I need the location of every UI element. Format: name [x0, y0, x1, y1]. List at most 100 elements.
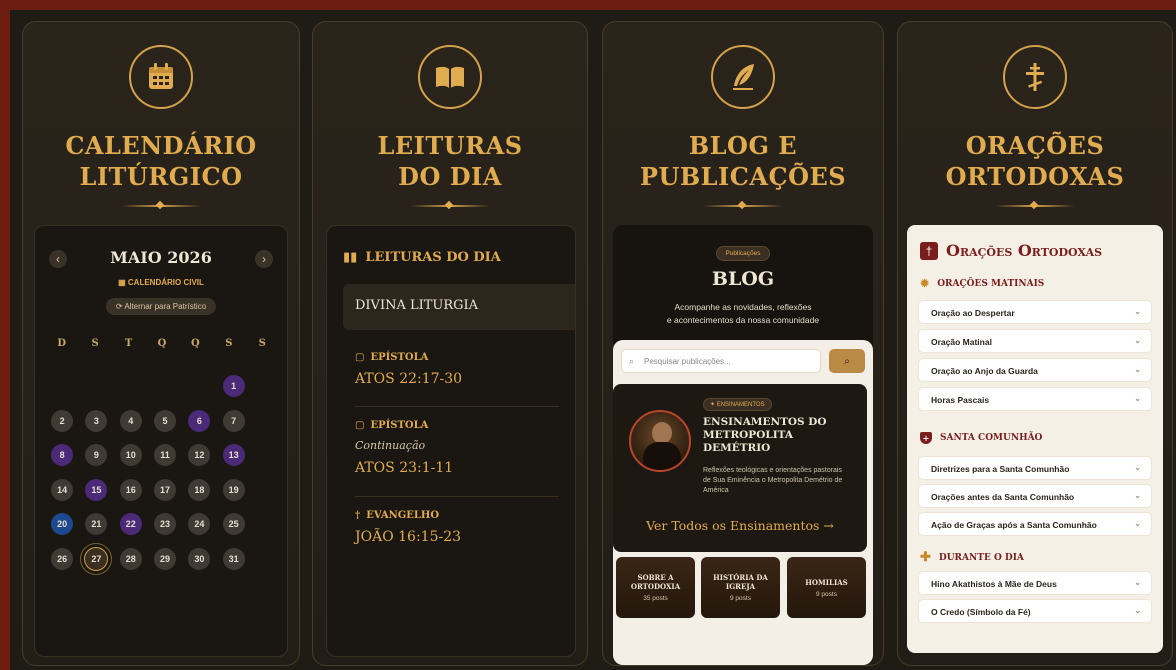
- day-cell[interactable]: 9: [79, 438, 113, 473]
- day-number: 16: [119, 478, 142, 501]
- day-cell[interactable]: 12: [182, 438, 216, 473]
- prayer-item[interactable]: Oração Matinal ⌄: [918, 329, 1152, 353]
- ornament-divider: [703, 205, 783, 207]
- day-cell[interactable]: 16: [114, 473, 148, 508]
- blog-description-line: e acontecimentos da nossa comunidade: [666, 315, 820, 325]
- see-all-teachings-link[interactable]: Ver Todos os Ensinamentos →: [613, 518, 867, 533]
- day-cell[interactable]: 31: [216, 542, 250, 577]
- day-cell[interactable]: 21: [79, 507, 113, 542]
- weekday-label: S: [91, 338, 99, 349]
- prayer-item[interactable]: Diretrizes para a Santa Comunhão ⌄: [918, 456, 1152, 480]
- blog-description: Acompanhe as novidades, reflexões e acon…: [613, 301, 873, 327]
- section-header: + SANTA COMUNHÃO: [920, 432, 1042, 444]
- shield-cross-icon: +: [920, 432, 932, 444]
- calendar-mode-label: ▦ CALENDÁRIO CIVIL: [35, 278, 287, 287]
- cross-book-icon: †: [920, 241, 938, 260]
- day-cell[interactable]: 24: [182, 507, 216, 542]
- day-number: 5: [154, 409, 177, 432]
- category-card[interactable]: HOMILIAS 9 posts: [787, 557, 866, 618]
- day-cell[interactable]: 28: [114, 542, 148, 577]
- day-cell[interactable]: 22: [114, 507, 148, 542]
- section-label: DURANTE O DIA: [938, 552, 1024, 563]
- heading-line: LITÚRGICO: [79, 162, 243, 191]
- search-input[interactable]: Pesquisar publicações...: [621, 349, 821, 373]
- day-number: 24: [188, 513, 211, 536]
- prayer-label: Hino Akathistos à Mãe de Deus: [931, 579, 1057, 589]
- day-cell[interactable]: 20: [45, 507, 79, 542]
- prayer-item[interactable]: Oração ao Anjo da Guarda ⌄: [918, 358, 1152, 382]
- prayer-item[interactable]: O Credo (Símbolo da Fé) ⌄: [918, 599, 1152, 623]
- day-cell[interactable]: 1: [216, 369, 250, 404]
- day-blank: [45, 369, 79, 404]
- chevron-down-icon: ⌄: [1134, 606, 1141, 615]
- category-title: HOMILIAS: [805, 577, 848, 587]
- blog-emblem: [711, 45, 775, 109]
- card-heading: CALENDÁRIO LITÚRGICO: [23, 130, 299, 192]
- day-cell[interactable]: 5: [148, 404, 182, 439]
- prayer-item[interactable]: Oração ao Despertar ⌄: [918, 300, 1152, 324]
- day-cell[interactable]: 4: [114, 404, 148, 439]
- calendar-widget: ‹ MAIO 2026 › ▦ CALENDÁRIO CIVIL ⟳ Alter…: [34, 225, 288, 657]
- card-heading: ORAÇÕES ORTODOXAS: [898, 130, 1172, 192]
- heading-line: LEITURAS: [377, 131, 523, 160]
- reading-reference: ATOS 22:17-30: [355, 371, 463, 387]
- toggle-patristic-button[interactable]: ⟳ Alternar para Patrístico: [105, 298, 217, 315]
- reading-reference: JOÃO 16:15-23: [355, 529, 462, 545]
- showcase-stage: CALENDÁRIO LITÚRGICO ‹ MAIO 2026 › ▦ CAL…: [10, 10, 1176, 670]
- day-cell[interactable]: 3: [79, 404, 113, 439]
- day-cell[interactable]: 23: [148, 507, 182, 542]
- day-number: 30: [188, 547, 211, 570]
- day-cell[interactable]: 8: [45, 438, 79, 473]
- category-card[interactable]: HISTÓRIA DA IGREJA 9 posts: [701, 557, 780, 618]
- prayer-item[interactable]: Hino Akathistos à Mãe de Deus ⌄: [918, 571, 1152, 595]
- category-card[interactable]: SOBRE A ORTODOXIA 35 posts: [616, 557, 695, 618]
- book-outline-icon: ▢: [355, 420, 365, 431]
- day-cell[interactable]: 2: [45, 404, 79, 439]
- search-button[interactable]: ⌕: [829, 349, 865, 373]
- day-cell[interactable]: 6: [182, 404, 216, 439]
- day-blank: [79, 369, 113, 404]
- reading-item[interactable]: ▢ EPÍSTOLA ATOS 22:17-30: [355, 352, 559, 387]
- day-cell[interactable]: 17: [148, 473, 182, 508]
- publications-badge: Publicações: [716, 246, 770, 261]
- chevron-down-icon: ⌄: [1134, 463, 1141, 472]
- search-icon: ⌕: [844, 355, 850, 367]
- reading-label: ▢ EPÍSTOLA: [355, 420, 559, 431]
- day-cell[interactable]: 7: [216, 404, 250, 439]
- toggle-label: Alternar para Patrístico: [124, 302, 207, 311]
- day-cell[interactable]: 18: [182, 473, 216, 508]
- day-number: 21: [85, 513, 108, 536]
- day-cell[interactable]: 19: [216, 473, 250, 508]
- day-cell[interactable]: 11: [148, 438, 182, 473]
- day-number: 10: [119, 444, 142, 467]
- featured-post[interactable]: ✦ ENSINAMENTOS ENSINAMENTOS DO METROPOLI…: [613, 384, 867, 552]
- prayer-label: Oração ao Anjo da Guarda: [931, 366, 1038, 376]
- day-cell-selected[interactable]: 27: [79, 542, 113, 577]
- featured-title: ENSINAMENTOS DO METROPOLITA DEMÉTRIO: [703, 416, 827, 454]
- divider: [355, 406, 559, 407]
- prayer-item[interactable]: Ação de Graças após a Santa Comunhão ⌄: [918, 512, 1152, 536]
- prayer-item[interactable]: Horas Pascais ⌄: [918, 387, 1152, 411]
- calendar-mode-text: CALENDÁRIO CIVIL: [127, 278, 204, 287]
- prayer-item[interactable]: Orações antes da Santa Comunhão ⌄: [918, 484, 1152, 508]
- blog-widget: Publicações BLOG Acompanhe as novidades,…: [613, 225, 873, 665]
- day-cell[interactable]: 13: [216, 438, 250, 473]
- reading-reference: ATOS 23:1-11: [355, 460, 454, 476]
- day-cell[interactable]: 29: [148, 542, 182, 577]
- next-month-button[interactable]: ›: [255, 250, 273, 268]
- prayer-label: Horas Pascais: [931, 395, 990, 405]
- day-cell[interactable]: 26: [45, 542, 79, 577]
- section-label: SANTA COMUNHÃO: [940, 433, 1043, 443]
- card-heading: LEITURAS DO DIA: [313, 130, 587, 192]
- day-cell[interactable]: 25: [216, 507, 250, 542]
- reading-item[interactable]: † EVANGELHO JOÃO 16:15-23: [355, 510, 559, 545]
- day-cell[interactable]: 14: [45, 473, 79, 508]
- day-number: 18: [188, 478, 211, 501]
- reading-label-text: EPÍSTOLA: [370, 420, 429, 431]
- ornament-divider: [121, 205, 201, 207]
- day-cell[interactable]: 15: [79, 473, 113, 508]
- reading-label: † EVANGELHO: [355, 510, 559, 521]
- day-cell[interactable]: 30: [182, 542, 216, 577]
- reading-item[interactable]: ▢ EPÍSTOLA Continuação ATOS 23:1-11: [355, 420, 559, 476]
- day-cell[interactable]: 10: [114, 438, 148, 473]
